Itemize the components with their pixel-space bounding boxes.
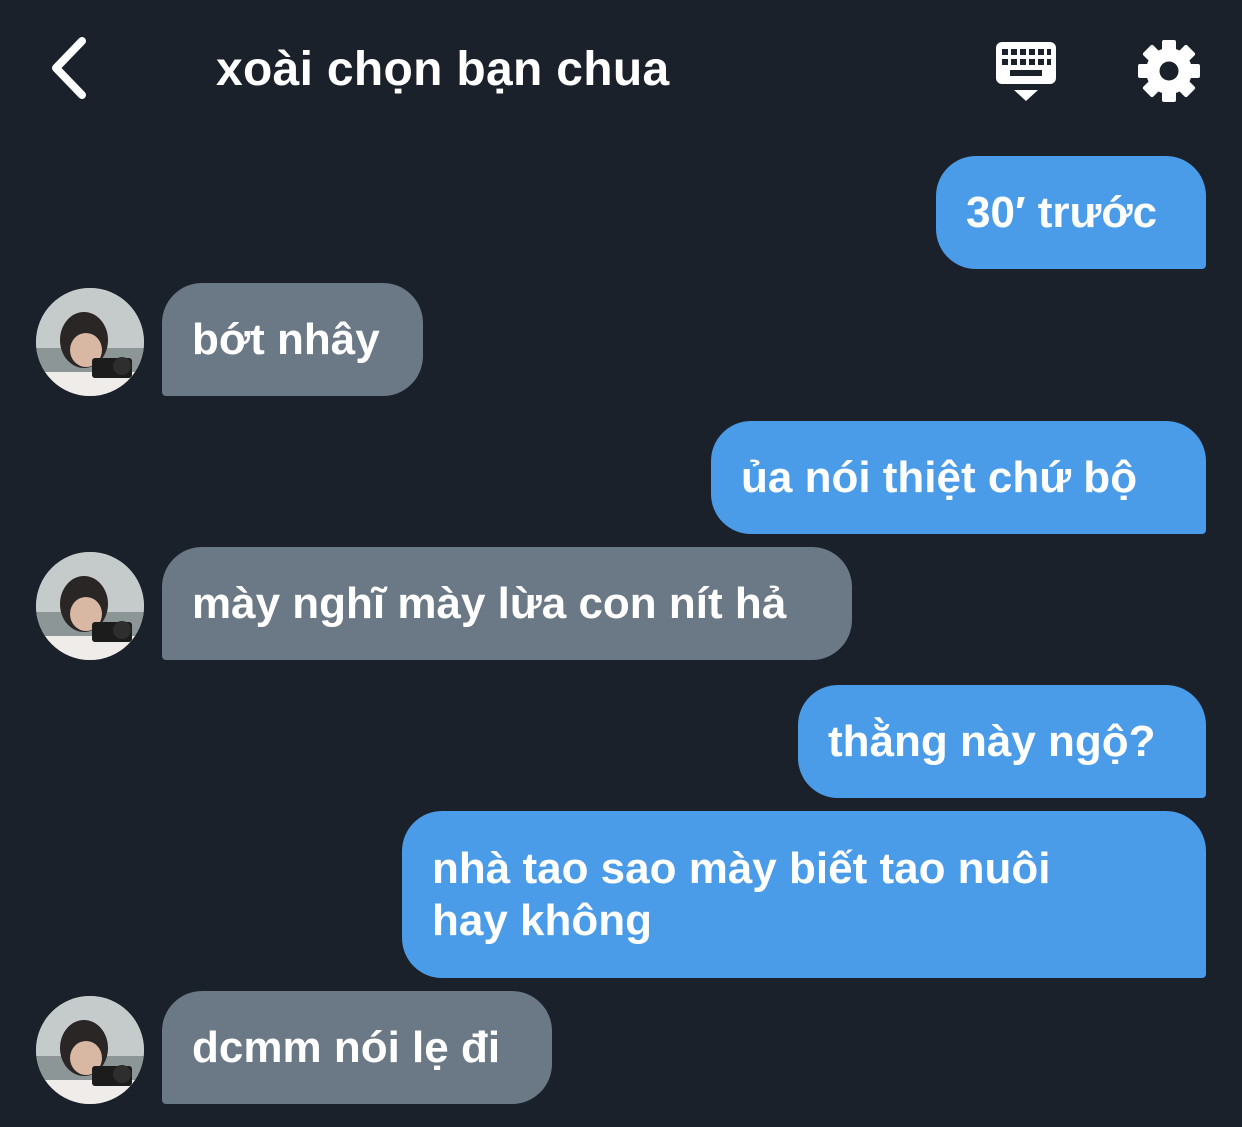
sent-message-bubble[interactable]: thằng này ngộ? bbox=[798, 685, 1206, 798]
sent-message-bubble[interactable]: ủa nói thiệt chứ bộ bbox=[711, 421, 1206, 534]
message-text: dcmm nói lẹ đi bbox=[192, 1022, 501, 1072]
received-message-bubble[interactable]: bớt nhây bbox=[162, 283, 423, 396]
message-text: nhà tao sao mày biết tao nuôi hay không bbox=[432, 844, 1051, 945]
settings-button[interactable] bbox=[1136, 38, 1202, 104]
back-button[interactable] bbox=[36, 32, 100, 104]
received-message-bubble[interactable]: mày nghĩ mày lừa con nít hả bbox=[162, 547, 852, 660]
contact-avatar[interactable] bbox=[36, 996, 144, 1104]
contact-avatar[interactable] bbox=[36, 552, 144, 660]
chevron-left-icon bbox=[52, 37, 86, 99]
chat-header: xoài chọn bạn chua bbox=[0, 0, 1242, 140]
message-text: ủa nói thiệt chứ bộ bbox=[741, 452, 1138, 502]
sent-message-bubble[interactable]: nhà tao sao mày biết tao nuôi hay không bbox=[402, 811, 1206, 978]
sent-message-bubble[interactable]: 30′ trước bbox=[936, 156, 1206, 269]
message-text: thằng này ngộ? bbox=[828, 716, 1156, 766]
received-message-bubble[interactable]: dcmm nói lẹ đi bbox=[162, 991, 552, 1104]
chat-title: xoài chọn bạn chua bbox=[216, 43, 670, 96]
avatar-photo bbox=[36, 552, 144, 660]
keyboard-toggle-button[interactable] bbox=[990, 38, 1062, 104]
keyboard-hide-icon bbox=[996, 42, 1056, 101]
message-text: mày nghĩ mày lừa con nít hả bbox=[192, 578, 787, 628]
avatar-photo bbox=[36, 288, 144, 396]
avatar-photo bbox=[36, 996, 144, 1104]
message-text: 30′ trước bbox=[966, 187, 1158, 237]
message-text: bớt nhây bbox=[192, 314, 380, 364]
gear-icon bbox=[1138, 40, 1200, 102]
contact-avatar[interactable] bbox=[36, 288, 144, 396]
